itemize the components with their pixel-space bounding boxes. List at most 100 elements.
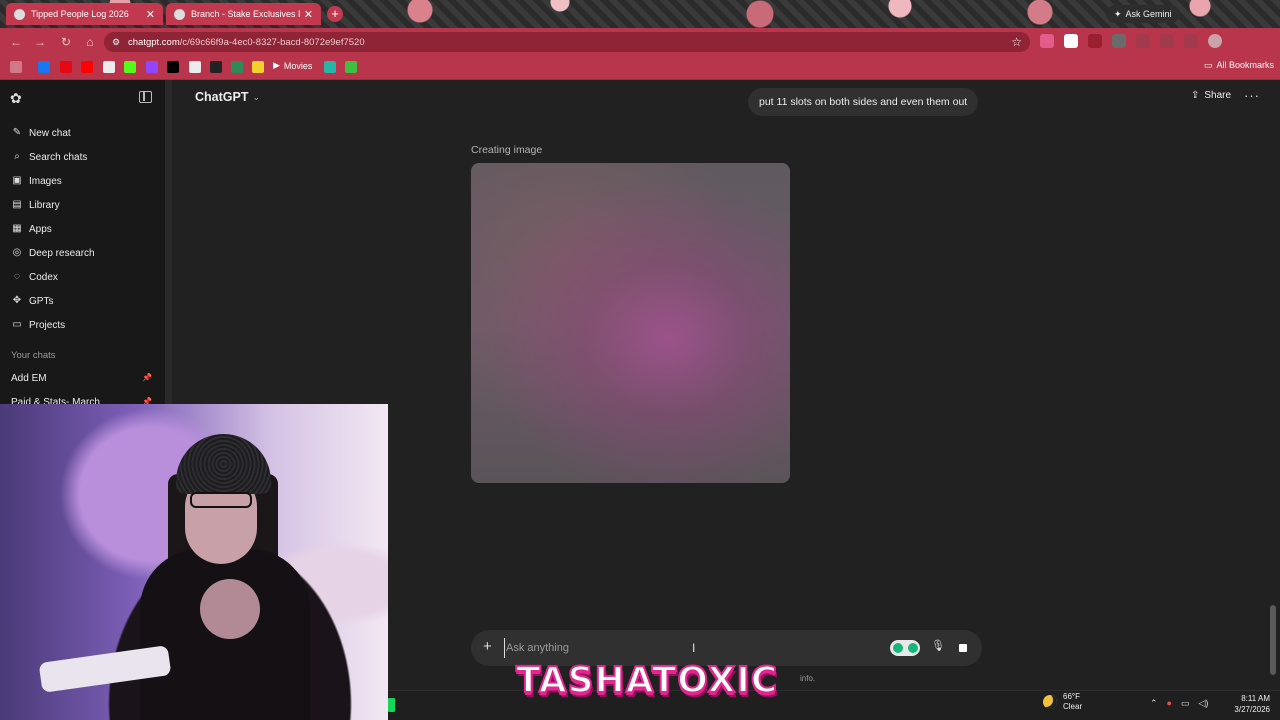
text-cursor-icon: I [692,641,696,655]
apps-icon: ▦ [12,223,22,234]
profile-avatar[interactable] [1208,34,1222,48]
bookmark-movies[interactable]: ▶ Movies [273,60,312,71]
bookmark-star-icon[interactable]: ☆ [1011,35,1022,49]
bookmark-icon[interactable] [103,61,115,73]
webcam-figure [176,434,271,494]
browser-tab[interactable]: Branch - Stake Exclusives Poster ✕ [166,3,321,25]
youtube-icon[interactable] [81,61,93,73]
sidebar-item-codex[interactable]: ◌ Codex [11,267,58,287]
disclaimer-text: info. [800,674,816,683]
stop-generating-button[interactable] [953,638,973,658]
kick-icon[interactable] [124,61,136,73]
bookmark-icon[interactable] [10,61,22,73]
sidebar-item-apps[interactable]: ▦ Apps [11,219,52,239]
sidebar-item-images[interactable]: ▣ Images [11,171,62,191]
browser-tab[interactable]: Tipped People Log 2026 ✕ [6,3,163,25]
facebook-icon[interactable] [38,61,50,73]
tab-title: Tipped People Log 2026 [31,9,129,19]
sidebar-item-label: Codex [29,271,58,283]
close-tab-icon[interactable]: ✕ [304,8,313,21]
microphone-icon[interactable]: 🎙 [931,639,945,652]
tab-favicon-icon [14,8,25,20]
twitch-icon[interactable] [146,61,158,73]
all-bookmarks-button[interactable]: ▭ All Bookmarks [1204,60,1274,71]
sidebar-item-projects[interactable]: ▭ Projects [11,315,65,335]
extension-icon[interactable] [1112,34,1126,48]
telescope-icon: ◎ [12,247,22,258]
extension-icon[interactable] [1136,34,1150,48]
bookmark-icon[interactable] [210,61,222,73]
extension-icon[interactable] [1040,34,1054,48]
generated-image-placeholder [471,163,790,483]
chat-title: Add EM [11,373,47,384]
pin-icon[interactable]: 📌 [142,373,152,382]
reload-icon[interactable]: ↻ [58,34,74,50]
bookmark-icon[interactable] [252,61,264,73]
tab-favicon-icon [174,8,185,20]
sidebar-item-gpts[interactable]: ✥ GPTs [11,291,54,311]
extension-icon[interactable] [1064,34,1078,48]
grammarly-icon[interactable] [890,640,920,656]
sidebar-item-label: Images [29,175,62,187]
bookmark-icon[interactable] [345,61,357,73]
netflix-icon[interactable] [60,61,72,73]
x-icon[interactable] [167,61,179,73]
add-attachment-icon[interactable]: + [483,638,492,655]
bookmark-icon[interactable] [231,61,243,73]
sidebar-item-deep-research[interactable]: ◎ Deep research [11,243,95,263]
site-info-icon[interactable]: ⚙ [112,37,122,47]
model-name: ChatGPT [195,90,249,104]
system-clock[interactable]: 8:11 AM 3/27/2026 [1224,693,1270,715]
sidebar-item-label: Projects [29,319,66,331]
new-tab-button[interactable]: + [327,6,343,22]
sidebar-item-search-chats[interactable]: ⌕ Search chats [11,147,87,167]
folder-icon: ▭ [12,319,22,330]
chat-list-item[interactable]: Add EM 📌 [11,373,156,384]
main-scrollbar[interactable] [1270,605,1276,675]
share-icon: ⇪ [1191,90,1200,101]
image-icon: ▣ [12,175,22,186]
ask-gemini-label: Ask Gemini [1125,9,1172,19]
url-path: /c/69c66f9a-4ec0-8327-bacd-8072e9ef7520 [179,36,365,48]
all-bookmarks-label: All Bookmarks [1216,60,1275,70]
bookmark-icon[interactable] [189,61,201,73]
weather-temperature: 66°F [1063,692,1080,701]
gpts-icon: ✥ [12,295,22,306]
forward-icon[interactable]: → [32,34,48,50]
back-icon[interactable]: ← [8,34,24,50]
sidebar-item-library[interactable]: ▤ Library [11,195,60,215]
extension-icon[interactable] [1160,34,1174,48]
extension-icon[interactable] [1088,34,1102,48]
system-tray: ⌃ ● ▭ ◁) [1150,698,1208,709]
bookmark-icon[interactable] [324,61,336,73]
sidebar-toggle-icon[interactable] [139,91,152,103]
download-icon[interactable] [1184,34,1198,48]
display-icon[interactable]: ▭ [1181,698,1190,709]
microphone-icon[interactable]: ● [1167,698,1172,709]
image-generation-status: Creating image [471,144,543,156]
more-options-icon[interactable]: ··· [1244,88,1260,103]
user-message-bubble: put 11 slots on both sides and even them… [748,88,979,116]
address-bar[interactable]: ⚙ chatgpt.com/c/69c66f9a-4ec0-8327-bacd-… [104,32,1030,52]
sidebar-item-label: Library [29,199,60,211]
sidebar-item-label: Deep research [29,247,95,259]
edit-icon: ✎ [12,127,22,138]
chevron-up-icon[interactable]: ⌃ [1150,698,1158,709]
volume-icon[interactable]: ◁) [1199,698,1209,709]
extensions-area [1040,34,1222,48]
model-switcher[interactable]: ChatGPT ⌄ [195,90,260,104]
streamer-name-overlay: TASHATOXIC [515,659,779,702]
sidebar-item-new-chat[interactable]: ✎ New chat [11,123,71,143]
share-button[interactable]: ⇪ Share [1191,90,1231,101]
sidebar-item-label: Search chats [29,151,88,163]
close-tab-icon[interactable]: ✕ [146,8,155,21]
weather-widget[interactable]: 66°F Clear [1043,692,1082,712]
openai-logo-icon[interactable]: ✿ [10,90,26,106]
sidebar-item-label: GPTs [29,295,54,307]
library-icon: ▤ [12,199,22,210]
taskbar-app-icon[interactable] [388,698,395,712]
share-label: Share [1204,90,1232,101]
ask-gemini-button[interactable]: ✦ Ask Gemini [1106,5,1180,23]
webcam-figure [190,492,252,508]
home-icon[interactable]: ⌂ [82,34,98,50]
